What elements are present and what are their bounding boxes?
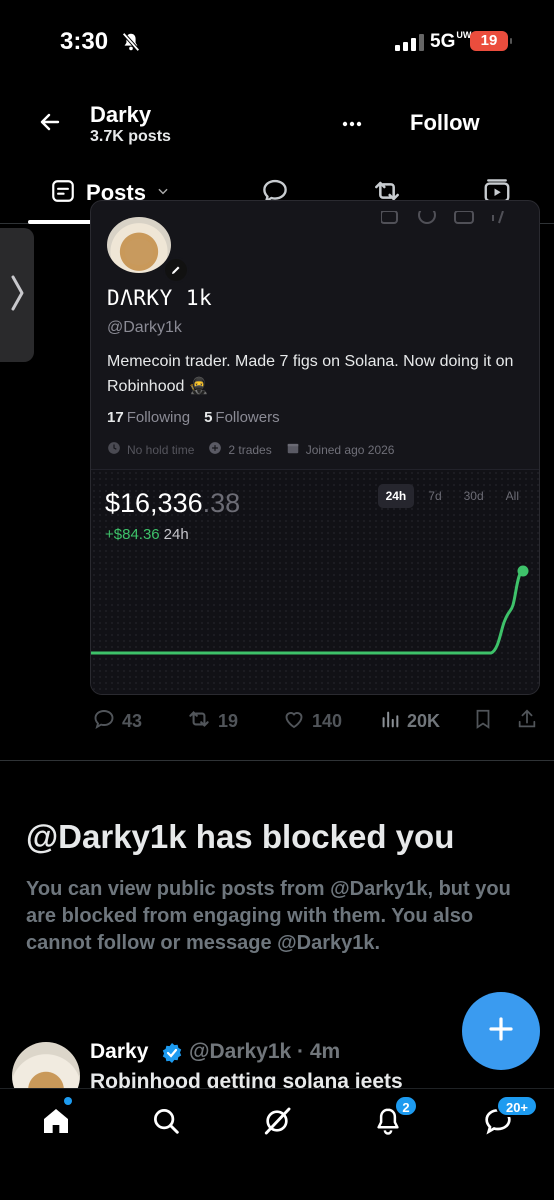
following-label[interactable]: Following [127, 409, 190, 426]
share-action[interactable] [516, 708, 538, 735]
battery-indicator: 19 [470, 31, 512, 51]
followers-label[interactable]: Followers [215, 409, 279, 426]
portfolio-line-chart [91, 565, 529, 655]
card-display-name: DΛRKY 1k [107, 286, 213, 310]
views-icon [379, 708, 401, 735]
meta-trades: 2 trades [208, 441, 272, 458]
like-action[interactable]: 140 [282, 707, 342, 736]
follow-button[interactable]: Follow [410, 110, 480, 136]
views-action[interactable]: 20K [379, 708, 440, 735]
meta-hold: No hold time [107, 441, 194, 458]
card-handle: @Darky1k [107, 319, 182, 336]
nav-grok[interactable] [257, 1103, 297, 1143]
trades-icon [208, 441, 222, 458]
next-post-handle: @Darky1k · 4m [189, 1040, 341, 1063]
range-all[interactable]: All [498, 484, 527, 508]
repost-action[interactable]: 19 [186, 706, 238, 737]
back-arrow-icon[interactable] [38, 110, 62, 139]
clock-icon [107, 441, 121, 458]
portfolio-endpoint [517, 565, 529, 577]
meta-joined: Joined ago 2026 [286, 441, 394, 458]
side-panel-handle[interactable] [0, 228, 34, 362]
portfolio-chart-panel: $16,336.38 +$84.36 24h 24h 7d 30d All [91, 469, 539, 694]
header-post-count: 3.7K posts [90, 128, 171, 145]
notifications-badge: 2 [394, 1095, 418, 1117]
card-avatar [107, 217, 189, 283]
post-action-bar: 43 19 140 20K [90, 706, 550, 736]
posts-tab-icon [50, 178, 76, 209]
bookmark-icon [472, 708, 494, 735]
network-label: 5GUW [430, 30, 472, 53]
next-post-text: Robinhood getting solana jeets [90, 1070, 403, 1088]
portfolio-balance: $16,336.38 [105, 488, 241, 518]
following-count[interactable]: 17 [107, 409, 124, 426]
bookmark-action[interactable] [472, 708, 494, 735]
embedded-profile-card[interactable]: DΛRKY 1k @Darky1k Memecoin trader. Made … [90, 200, 540, 695]
signal-icon [395, 34, 424, 51]
share-icon [516, 708, 538, 735]
like-icon [282, 707, 306, 736]
more-icon[interactable] [340, 112, 364, 141]
avatar-dog-face [125, 239, 153, 265]
portfolio-change: +$84.36 24h [105, 526, 189, 543]
divider [0, 760, 554, 761]
home-icon [40, 1105, 72, 1142]
grok-icon [261, 1105, 293, 1142]
status-time: 3:30 [60, 28, 109, 55]
card-bio: Memecoin trader. Made 7 figs on Solana. … [107, 353, 514, 395]
card-meta: No hold time 2 trades Joined ago 2026 [107, 441, 394, 458]
portfolio-line [91, 570, 523, 655]
nav-search[interactable] [146, 1103, 186, 1143]
status-bar: 3:30 5GUW 19 [0, 0, 554, 80]
nav-home[interactable] [36, 1103, 76, 1143]
range-selector: 24h 7d 30d All [377, 484, 527, 508]
search-icon [151, 1106, 181, 1141]
header-name: Darky [90, 102, 152, 127]
reply-action[interactable]: 43 [92, 707, 142, 736]
calendar-icon [286, 441, 300, 458]
messages-badge: 20+ [496, 1095, 538, 1117]
repost-icon [186, 706, 212, 737]
bell-off-icon [120, 31, 142, 58]
range-30d[interactable]: 30d [456, 484, 492, 508]
avatar[interactable] [12, 1042, 80, 1088]
followers-count[interactable]: 5 [204, 409, 212, 426]
range-24h[interactable]: 24h [377, 484, 415, 508]
blocked-title: @Darky1k has blocked you [26, 818, 455, 855]
next-post-author: Darky [90, 1040, 149, 1063]
edit-icon[interactable] [163, 257, 189, 283]
card-top-icons [380, 206, 521, 231]
range-7d[interactable]: 7d [420, 484, 449, 508]
verified-icon [160, 1041, 184, 1070]
home-unread-dot [64, 1097, 72, 1105]
compose-button[interactable] [462, 992, 540, 1070]
reply-icon [92, 707, 116, 736]
blocked-message: You can view public posts from @Darky1k,… [26, 878, 511, 954]
plus-icon [486, 1014, 516, 1049]
profile-header: Darky 3.7K posts Follow [0, 90, 554, 160]
card-follow-stats: 17 Following 5 Followers [107, 409, 280, 426]
bottom-nav: 2 20+ [0, 1088, 554, 1200]
chevron-right-icon [8, 273, 26, 318]
